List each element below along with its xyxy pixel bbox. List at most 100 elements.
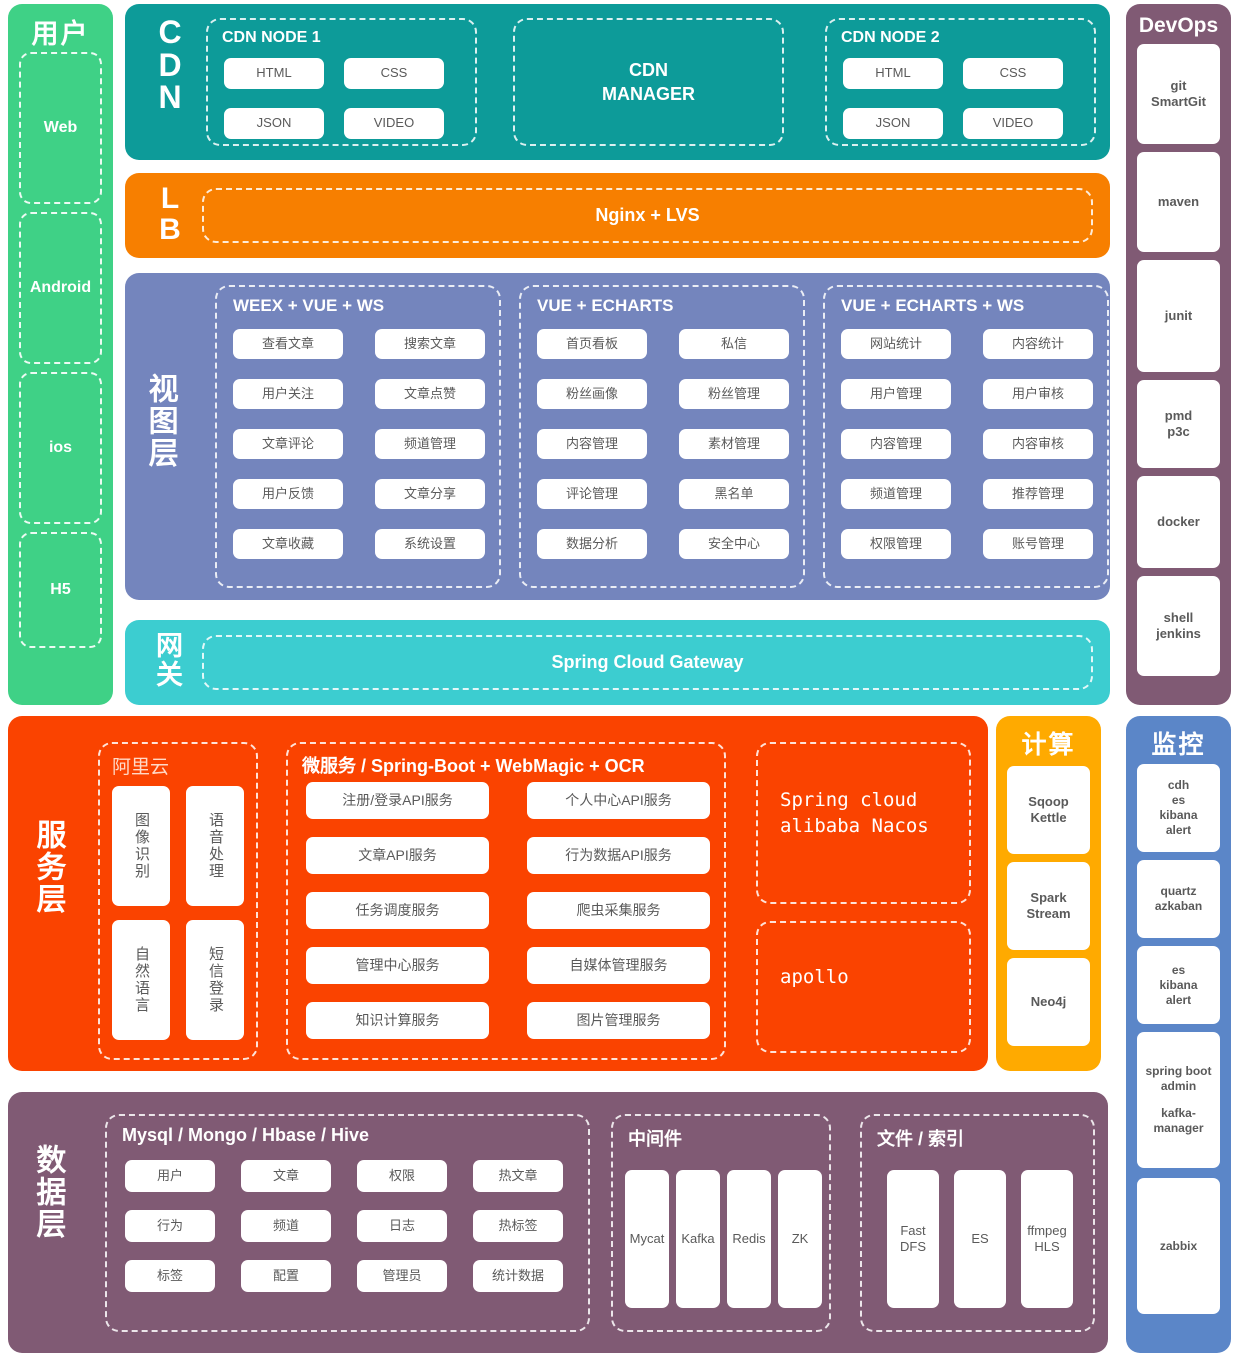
cdn-chip-css[interactable]: CSS	[344, 58, 444, 89]
alicloud-chip-speech[interactable]: 语音处理	[186, 786, 244, 906]
microservice-chip[interactable]: 注册/登录API服务	[306, 782, 489, 819]
microservice-chip[interactable]: 自媒体管理服务	[527, 947, 710, 984]
db-chip[interactable]: 配置	[241, 1260, 331, 1292]
db-chip[interactable]: 热文章	[473, 1160, 563, 1192]
alicloud-chip-image-recognition[interactable]: 图像识别	[112, 786, 170, 906]
devops-chip-junit[interactable]: junit	[1137, 260, 1220, 372]
monitor-chip-quartz[interactable]: quartz azkaban	[1137, 860, 1220, 938]
microservice-chip[interactable]: 管理中心服务	[306, 947, 489, 984]
monitor-chip-line: cdh	[1167, 778, 1190, 792]
view-chip[interactable]: 用户管理	[841, 379, 951, 409]
file-chip-fastdfs[interactable]: Fast DFS	[887, 1170, 939, 1308]
alicloud-chip-sms-login[interactable]: 短信登录	[186, 920, 244, 1040]
file-chip-ffmpeg[interactable]: ffmpeg HLS	[1021, 1170, 1073, 1308]
compute-chip-spark-stream[interactable]: Spark Stream	[1007, 862, 1090, 950]
microservice-chip[interactable]: 任务调度服务	[306, 892, 489, 929]
db-chip[interactable]: 日志	[357, 1210, 447, 1242]
db-chip[interactable]: 行为	[125, 1210, 215, 1242]
view-chip[interactable]: 推荐管理	[983, 479, 1093, 509]
view-chip[interactable]: 内容管理	[537, 429, 647, 459]
microservice-chip[interactable]: 爬虫采集服务	[527, 892, 710, 929]
view-chip[interactable]: 私信	[679, 329, 789, 359]
view-chip[interactable]: 内容统计	[983, 329, 1093, 359]
view-chip[interactable]: 频道管理	[375, 429, 485, 459]
file-chip-line: ES	[971, 1230, 989, 1246]
file-chip-es[interactable]: ES	[954, 1170, 1006, 1308]
registry-line-2: alibaba Nacos	[780, 814, 929, 837]
devops-chip-maven[interactable]: maven	[1137, 152, 1220, 252]
user-item-android[interactable]: Android	[19, 212, 102, 364]
alicloud-chip-label: 短信登录	[207, 946, 224, 1014]
middleware-chip-zk[interactable]: ZK	[778, 1170, 822, 1308]
view-chip[interactable]: 数据分析	[537, 529, 647, 559]
view-chip[interactable]: 安全中心	[679, 529, 789, 559]
view-chip[interactable]: 用户反馈	[233, 479, 343, 509]
view-chip[interactable]: 系统设置	[375, 529, 485, 559]
view-chip[interactable]: 文章点赞	[375, 379, 485, 409]
lb-label: Nginx + LVS	[595, 205, 700, 225]
db-chip[interactable]: 用户	[125, 1160, 215, 1192]
view-chip[interactable]: 内容管理	[841, 429, 951, 459]
devops-chip-shell-jenkins[interactable]: shell jenkins	[1137, 576, 1220, 676]
db-chip[interactable]: 管理员	[357, 1260, 447, 1292]
cdn-chip-video[interactable]: VIDEO	[344, 108, 444, 139]
view-chip[interactable]: 内容审核	[983, 429, 1093, 459]
microservice-chip[interactable]: 个人中心API服务	[527, 782, 710, 819]
devops-chip-docker[interactable]: docker	[1137, 476, 1220, 568]
view-chip[interactable]: 文章分享	[375, 479, 485, 509]
view-chip[interactable]: 用户关注	[233, 379, 343, 409]
view-chip[interactable]: 搜索文章	[375, 329, 485, 359]
microservice-chip[interactable]: 文章API服务	[306, 837, 489, 874]
microservice-chip[interactable]: 行为数据API服务	[527, 837, 710, 874]
middleware-group: 中间件 Mycat Kafka Redis ZK	[611, 1114, 831, 1332]
view-chip[interactable]: 粉丝管理	[679, 379, 789, 409]
view-chip[interactable]: 粉丝画像	[537, 379, 647, 409]
view-chip[interactable]: 网站统计	[841, 329, 951, 359]
middleware-chip-redis[interactable]: Redis	[727, 1170, 771, 1308]
db-chip[interactable]: 统计数据	[473, 1260, 563, 1292]
cdn-chip-html[interactable]: HTML	[843, 58, 943, 89]
microservice-chip[interactable]: 图片管理服务	[527, 1002, 710, 1039]
view-chip[interactable]: 评论管理	[537, 479, 647, 509]
db-chip[interactable]: 标签	[125, 1260, 215, 1292]
view-chip[interactable]: 文章收藏	[233, 529, 343, 559]
monitor-column-title: 监控	[1151, 731, 1206, 759]
monitor-chip-line: es	[1171, 793, 1186, 807]
db-chip[interactable]: 权限	[357, 1160, 447, 1192]
view-chip[interactable]: 查看文章	[233, 329, 343, 359]
view-chip[interactable]: 权限管理	[841, 529, 951, 559]
view-chip[interactable]: 用户审核	[983, 379, 1093, 409]
compute-chip-neo4j[interactable]: Neo4j	[1007, 958, 1090, 1046]
monitor-chip-cdh[interactable]: cdh es kibana alert	[1137, 764, 1220, 852]
cdn-band-letters: C D N	[147, 16, 193, 114]
cdn-chip-json[interactable]: JSON	[843, 108, 943, 139]
monitor-chip-zabbix[interactable]: zabbix	[1137, 1178, 1220, 1314]
view-chip[interactable]: 首页看板	[537, 329, 647, 359]
cdn-chip-json[interactable]: JSON	[224, 108, 324, 139]
user-item-web[interactable]: Web	[19, 52, 102, 204]
middleware-chip-mycat[interactable]: Mycat	[625, 1170, 669, 1308]
view-chip[interactable]: 账号管理	[983, 529, 1093, 559]
devops-chip-pmd[interactable]: pmd p3c	[1137, 380, 1220, 468]
cdn-chip-video[interactable]: VIDEO	[963, 108, 1063, 139]
db-chip[interactable]: 热标签	[473, 1210, 563, 1242]
devops-chip-git[interactable]: git SmartGit	[1137, 44, 1220, 144]
alicloud-chip-nlp[interactable]: 自然语言	[112, 920, 170, 1040]
view-chip[interactable]: 素材管理	[679, 429, 789, 459]
cdn-chip-html[interactable]: HTML	[224, 58, 324, 89]
view-chip[interactable]: 文章评论	[233, 429, 343, 459]
user-item-h5[interactable]: H5	[19, 532, 102, 648]
compute-chip-sqoop-kettle[interactable]: Sqoop Kettle	[1007, 766, 1090, 854]
user-item-ios[interactable]: ios	[19, 372, 102, 524]
view-chip[interactable]: 黑名单	[679, 479, 789, 509]
devops-chip-line: SmartGit	[1151, 94, 1206, 109]
monitor-chip-springboot-admin[interactable]: spring boot admin kafka- manager	[1137, 1032, 1220, 1168]
db-chip[interactable]: 文章	[241, 1160, 331, 1192]
view-chip[interactable]: 频道管理	[841, 479, 951, 509]
microservice-chip[interactable]: 知识计算服务	[306, 1002, 489, 1039]
user-item-label: H5	[50, 581, 71, 598]
monitor-chip-es-kibana[interactable]: es kibana alert	[1137, 946, 1220, 1024]
db-chip[interactable]: 频道	[241, 1210, 331, 1242]
middleware-chip-kafka[interactable]: Kafka	[676, 1170, 720, 1308]
cdn-chip-css[interactable]: CSS	[963, 58, 1063, 89]
